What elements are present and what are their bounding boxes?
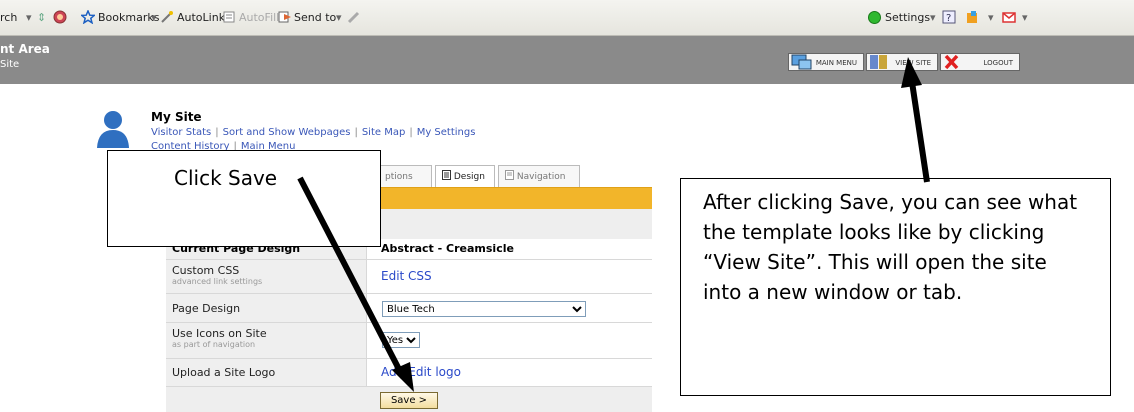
separator: | (354, 127, 358, 138)
click-save-callout: Click Save (107, 150, 381, 247)
autolink-button[interactable]: AutoLink (177, 11, 225, 24)
row-label-cell: Custom CSS advanced link settings (166, 260, 366, 294)
header-value: Abstract - Creamsicle (366, 239, 652, 260)
tab-navigation[interactable]: Navigation (498, 165, 580, 187)
separator: | (409, 127, 413, 138)
row-value-cell: Blue Tech (366, 294, 652, 323)
chevron-down-icon: ▾ (930, 11, 936, 24)
table-row: Custom CSS advanced link settings Edit C… (166, 260, 652, 294)
add-edit-logo-link[interactable]: Add/Edit logo (381, 365, 461, 379)
send-arrow-icon[interactable] (278, 10, 292, 24)
view-site-text: After clicking Save, you can see what th… (703, 190, 1078, 304)
admin-header: nt Area Site MAIN MENU VIEW SITE LOGOUT (0, 36, 1134, 84)
tab-design[interactable]: Design (435, 165, 495, 187)
table-row: Use Icons on Site as part of navigation … (166, 323, 652, 359)
header-title: nt Area (0, 42, 50, 56)
logout-x-icon (944, 54, 959, 70)
avatar-icon (97, 111, 129, 148)
view-site-icon (870, 55, 887, 69)
scroll-icon[interactable]: ⇕ (37, 11, 46, 24)
view-site-callout: After clicking Save, you can see what th… (680, 178, 1111, 396)
site-links-row1: Visitor Stats | Sort and Show Webpages | Sit… (151, 125, 475, 138)
autofill-button[interactable]: AutoFill (239, 11, 279, 24)
row-value-cell: Add/Edit logo (366, 359, 652, 387)
link-visitor-stats[interactable]: Visitor Stats (151, 127, 211, 138)
site-title: My Site (151, 110, 202, 124)
computer-icon (791, 54, 812, 70)
tab-options-label: ptions (385, 172, 413, 182)
upload-logo-label: Upload a Site Logo (172, 366, 276, 379)
magic-wand-icon[interactable] (160, 10, 174, 24)
use-icons-label: Use Icons on Site (172, 327, 267, 340)
logout-label: LOGOUT (983, 59, 1014, 67)
tab-design-label: Design (453, 172, 485, 182)
row-value-cell: Yes (366, 323, 652, 359)
table-row: Upload a Site Logo Add/Edit logo (166, 359, 652, 387)
view-site-label: VIEW SITE (895, 59, 931, 67)
edit-css-link[interactable]: Edit CSS (381, 269, 432, 283)
document-icon (442, 170, 451, 180)
autofill-icon[interactable] (222, 10, 236, 24)
click-save-text: Click Save (174, 166, 278, 190)
page-design-label: Page Design (172, 302, 241, 315)
custom-css-sublabel: advanced link settings (172, 277, 263, 286)
main-menu-label: MAIN MENU (815, 59, 857, 67)
star-icon[interactable] (81, 10, 95, 24)
row-value-cell: Edit CSS (366, 260, 652, 294)
row-label-cell: Upload a Site Logo (166, 359, 366, 387)
page-design-select[interactable]: Blue Tech (382, 301, 586, 317)
use-icons-sublabel: as part of navigation (172, 340, 256, 349)
main-menu-button[interactable]: MAIN MENU (788, 53, 864, 71)
status-green-icon (868, 11, 881, 24)
logout-button[interactable]: LOGOUT (940, 53, 1020, 71)
row-label-cell: Page Design (166, 294, 366, 323)
globe-icon[interactable] (53, 10, 67, 24)
custom-css-label: Custom CSS (172, 264, 240, 277)
tab-options[interactable]: ptions (378, 165, 432, 187)
document-icon (505, 170, 514, 180)
chevron-down-icon: ▾ (151, 11, 157, 24)
link-site-map[interactable]: Site Map (362, 127, 405, 138)
view-site-button[interactable]: VIEW SITE (866, 53, 938, 71)
browser-toolbar: rch ▾ ⇕ Bookmarks ▾ AutoLink AutoFill Se… (0, 0, 1134, 36)
mail-icon[interactable] (1002, 10, 1016, 24)
row-label-cell: Use Icons on Site as part of navigation (166, 323, 366, 359)
settings-button[interactable]: Settings (885, 11, 930, 24)
tab-navigation-label: Navigation (516, 172, 566, 182)
link-my-settings[interactable]: My Settings (417, 127, 476, 138)
chevron-down-icon: ▾ (1022, 11, 1028, 24)
pencil-icon[interactable] (346, 10, 360, 24)
save-button[interactable]: Save > (380, 392, 438, 409)
dropdown-arrow-icon[interactable]: ▾ (26, 11, 32, 24)
puzzle-icon[interactable] (966, 10, 980, 24)
table-row: Page Design Blue Tech (166, 294, 652, 323)
separator: | (215, 127, 219, 138)
header-subtitle: Site (0, 59, 20, 70)
svg-text:?: ? (946, 13, 951, 24)
search-field-fragment[interactable]: rch (0, 11, 17, 24)
link-sort-show-webpages[interactable]: Sort and Show Webpages (223, 127, 351, 138)
send-to-button[interactable]: Send to (294, 11, 336, 24)
chevron-down-icon: ▾ (336, 11, 342, 24)
arrow-to-view-site (909, 81, 930, 183)
chevron-down-icon: ▾ (988, 11, 994, 24)
help-icon[interactable]: ? (942, 10, 956, 24)
use-icons-select[interactable]: Yes (382, 332, 420, 348)
